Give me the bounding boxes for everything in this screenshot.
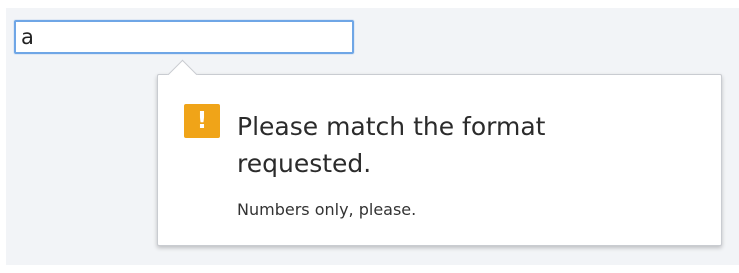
- warning-icon: !: [184, 104, 220, 138]
- text-input[interactable]: [14, 20, 354, 54]
- validation-message: Please match the format requested.: [237, 112, 546, 178]
- tooltip-arrow-cover: [166, 75, 200, 85]
- validation-hint: Numbers only, please.: [237, 200, 417, 219]
- page: ! Please match the format requested. Num…: [0, 0, 739, 273]
